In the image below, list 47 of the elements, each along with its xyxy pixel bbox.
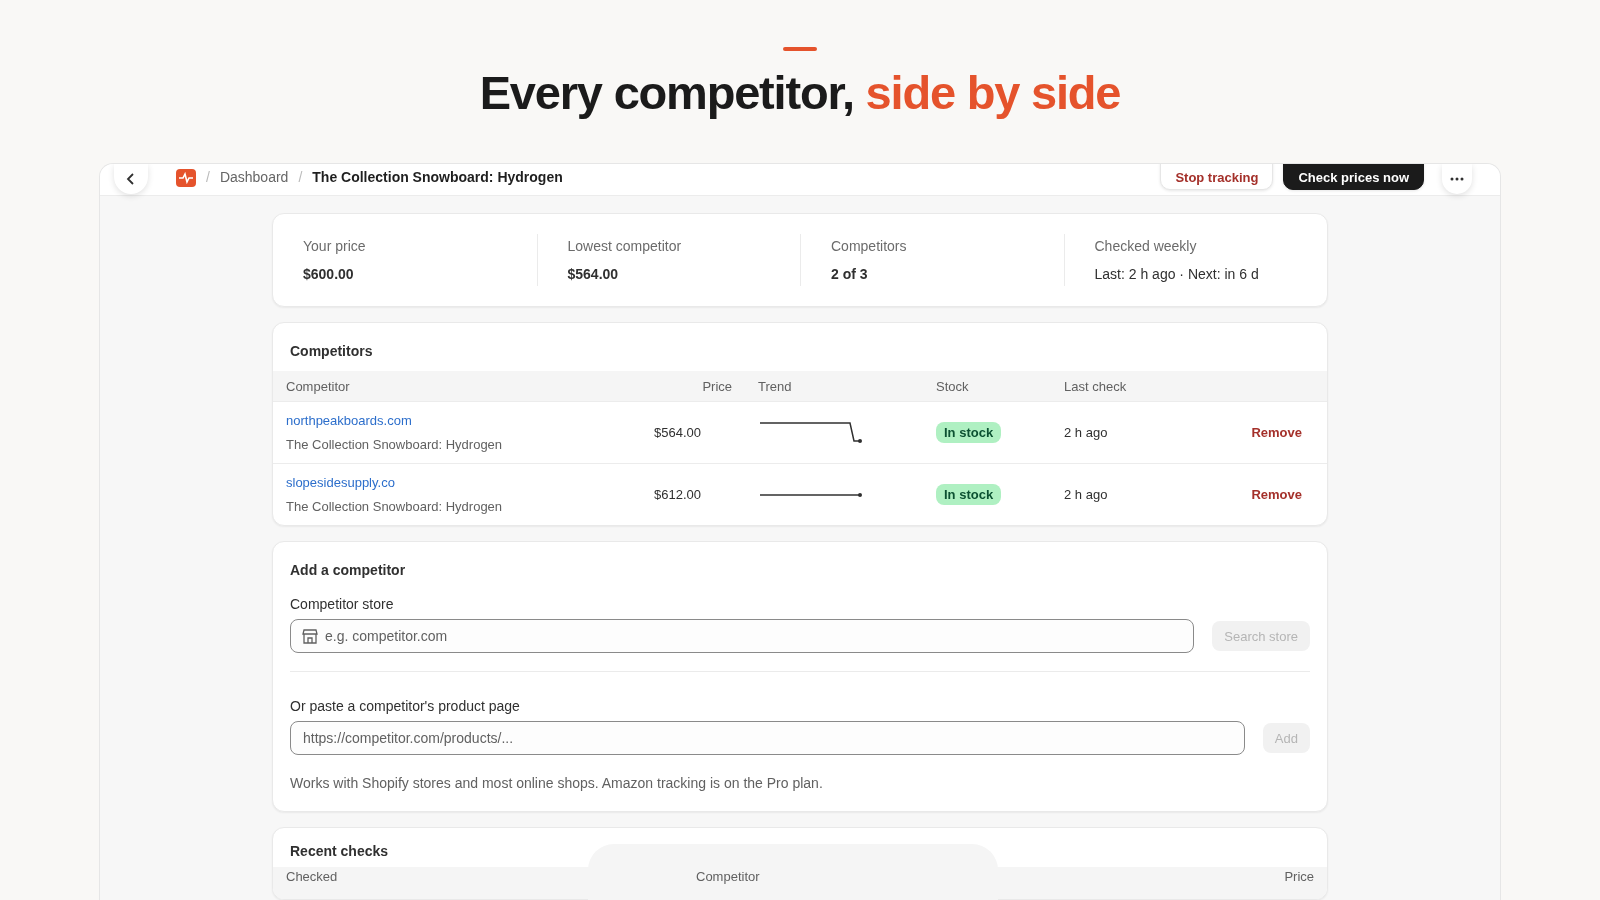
store-icon bbox=[302, 629, 318, 644]
store-link[interactable]: slopesidesupply.co bbox=[286, 475, 395, 490]
price-cell-text: $564.00 bbox=[653, 425, 702, 440]
breadcrumb-link[interactable]: Dashboard bbox=[219, 169, 289, 185]
card-title: Recent checks bbox=[289, 842, 390, 861]
stat-label: Your price bbox=[303, 238, 367, 254]
column-header: Stock bbox=[936, 378, 970, 394]
breadcrumb-separator: / bbox=[206, 169, 210, 185]
column-header: Price bbox=[701, 378, 733, 394]
column-header: Checked bbox=[286, 869, 339, 886]
back-button[interactable] bbox=[114, 164, 148, 194]
product-name: The Collection Snowboard: Hydrogen bbox=[286, 499, 504, 514]
card-title: Add a competitor bbox=[289, 561, 407, 580]
remove-button[interactable]: Remove bbox=[1251, 487, 1302, 502]
stat-value: $600.00 bbox=[303, 266, 355, 282]
stat-label: Competitors bbox=[831, 238, 908, 254]
field-label: Or paste a competitor's product page bbox=[290, 698, 521, 714]
stat-value: $564.00 bbox=[567, 266, 620, 282]
product-name: The Collection Snowboard: Hydrogen bbox=[286, 437, 504, 452]
store-link[interactable]: northpeakboards.com bbox=[286, 413, 412, 428]
last-check-cell-text: 2 h ago bbox=[1064, 487, 1109, 502]
stock-badge: In stock bbox=[936, 484, 1002, 505]
column-header: Competitor bbox=[286, 378, 351, 394]
remove-button[interactable]: Remove bbox=[1251, 425, 1302, 440]
check-prices-button[interactable]: Check prices now bbox=[1283, 164, 1424, 190]
stop-tracking-button[interactable]: Stop tracking bbox=[1160, 164, 1274, 190]
stat-value: Last: 2 h ago · Next: in 6 d bbox=[1094, 266, 1260, 282]
price-cell-text: $612.00 bbox=[653, 487, 702, 502]
card-title: Competitors bbox=[289, 342, 374, 361]
column-header: Competitor bbox=[696, 869, 761, 886]
page-title: The Collection Snowboard: Hydrogen bbox=[312, 169, 563, 185]
stock-badge: In stock bbox=[936, 422, 1002, 443]
accent-dash bbox=[783, 47, 817, 51]
back-icon bbox=[125, 173, 137, 185]
stat-value: 2 of 3 bbox=[831, 266, 869, 282]
stat-label: Lowest competitor bbox=[567, 238, 683, 254]
column-header: Last check bbox=[1064, 378, 1128, 394]
field-label: Competitor store bbox=[290, 596, 395, 612]
column-header: Price bbox=[1284, 869, 1314, 886]
stat-label: Checked weekly bbox=[1094, 238, 1198, 254]
headline: Every competitor, side by side bbox=[479, 65, 1121, 120]
more-icon bbox=[1450, 177, 1464, 181]
help-text: Works with Shopify stores and most online shops. Amazon tracking is on the Pro plan. bbox=[290, 775, 824, 791]
column-header: Trend bbox=[758, 378, 793, 394]
app-logo-icon bbox=[176, 169, 196, 187]
breadcrumb-separator: / bbox=[298, 169, 303, 185]
last-check-cell-text: 2 h ago bbox=[1064, 425, 1109, 440]
